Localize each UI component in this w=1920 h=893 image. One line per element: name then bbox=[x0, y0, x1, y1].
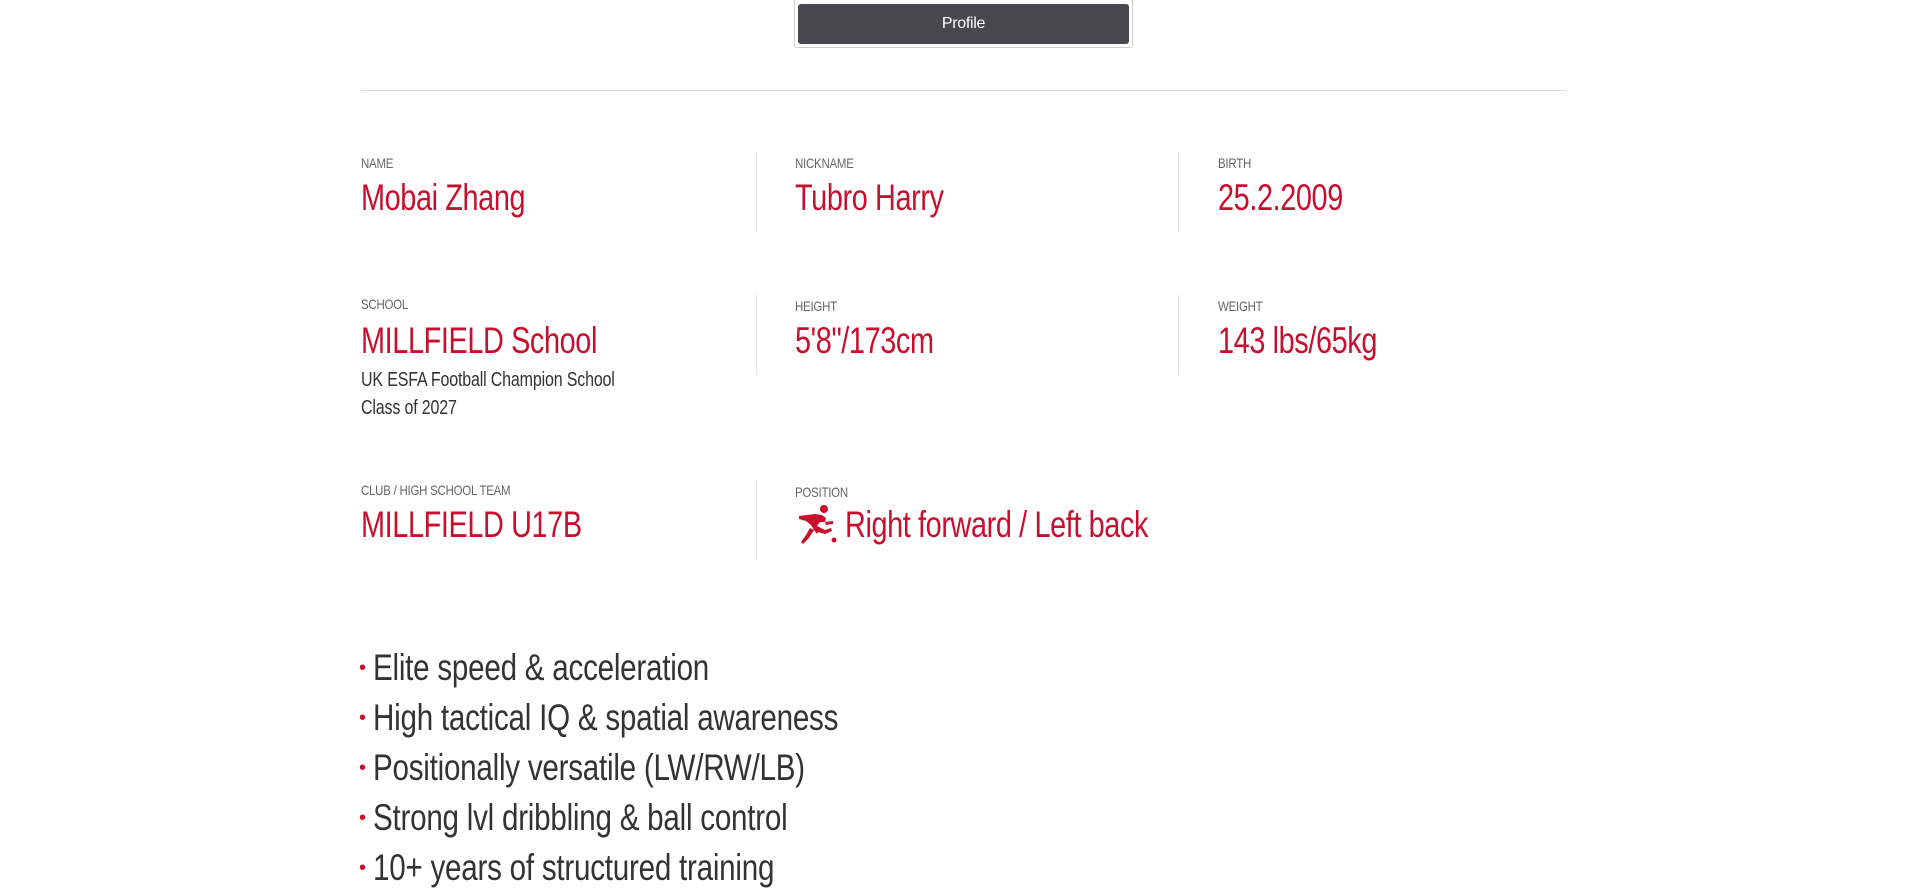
highlights-list: • Elite speed & acceleration • High tact… bbox=[359, 643, 954, 893]
weight-field: WEIGHT 143 lbs/65kg bbox=[1218, 298, 1422, 362]
list-item: • Strong lvl dribbling & ball control bbox=[359, 793, 954, 843]
birth-field: BIRTH 25.2.2009 bbox=[1218, 155, 1378, 219]
school-class-year: Class of 2027 bbox=[361, 397, 457, 419]
bullet-icon: • bbox=[359, 756, 367, 779]
nickname-value: Tubro Harry bbox=[795, 177, 944, 218]
bullet-icon: • bbox=[359, 656, 367, 679]
bullet-icon: • bbox=[359, 806, 367, 829]
column-divider bbox=[1178, 152, 1179, 232]
bullet-icon: • bbox=[359, 706, 367, 729]
highlight-text: High tactical IQ & spatial awareness bbox=[373, 697, 839, 738]
list-item: • Elite speed & acceleration bbox=[359, 643, 954, 693]
school-description: UK ESFA Football Champion School bbox=[361, 369, 615, 391]
list-item: • 10+ years of structured training bbox=[359, 843, 954, 893]
profile-tab-container: Profile bbox=[794, 0, 1133, 48]
height-field: HEIGHT 5'8"/173cm bbox=[795, 298, 973, 362]
column-divider bbox=[756, 480, 757, 560]
soccer-player-kick-icon bbox=[799, 505, 837, 544]
club-field: CLUB / HIGH SCHOOL TEAM MILLFIELD U17B bbox=[361, 482, 644, 546]
school-value: MILLFIELD School bbox=[361, 320, 597, 361]
bullet-icon: • bbox=[359, 856, 367, 879]
school-field: SCHOOL MILLFIELD School UK ESFA Football… bbox=[361, 296, 678, 422]
highlight-text: Strong lvl dribbling & ball control bbox=[373, 797, 788, 838]
name-label: NAME bbox=[361, 155, 394, 171]
birth-label: BIRTH bbox=[1218, 155, 1252, 171]
highlight-text: Positionally versatile (LW/RW/LB) bbox=[373, 747, 805, 788]
nickname-field: NICKNAME Tubro Harry bbox=[795, 155, 986, 219]
weight-value: 143 lbs/65kg bbox=[1218, 320, 1377, 361]
weight-label: WEIGHT bbox=[1218, 298, 1263, 314]
name-value: Mobai Zhang bbox=[361, 177, 526, 218]
tab-profile[interactable]: Profile bbox=[798, 4, 1129, 44]
club-label: CLUB / HIGH SCHOOL TEAM bbox=[361, 482, 511, 498]
column-divider bbox=[756, 295, 757, 375]
nickname-label: NICKNAME bbox=[795, 155, 854, 171]
header-divider bbox=[361, 90, 1566, 91]
position-row: Right forward / Left back bbox=[795, 504, 1234, 546]
list-item: • Positionally versatile (LW/RW/LB) bbox=[359, 743, 954, 793]
name-field: NAME Mobai Zhang bbox=[361, 155, 571, 219]
position-label: POSITION bbox=[795, 484, 848, 500]
club-value: MILLFIELD U17B bbox=[361, 504, 582, 545]
column-divider bbox=[756, 152, 757, 232]
position-value: Right forward / Left back bbox=[845, 504, 1149, 545]
height-value: 5'8"/173cm bbox=[795, 320, 934, 361]
highlight-text: Elite speed & acceleration bbox=[373, 647, 710, 688]
birth-value: 25.2.2009 bbox=[1218, 177, 1343, 218]
school-label: SCHOOL bbox=[361, 296, 409, 312]
list-item: • High tactical IQ & spatial awareness bbox=[359, 693, 954, 743]
column-divider bbox=[1178, 295, 1179, 375]
height-label: HEIGHT bbox=[795, 298, 837, 314]
position-field: POSITION Right forward / Left back bbox=[795, 484, 1234, 546]
highlight-text: 10+ years of structured training bbox=[373, 847, 775, 888]
